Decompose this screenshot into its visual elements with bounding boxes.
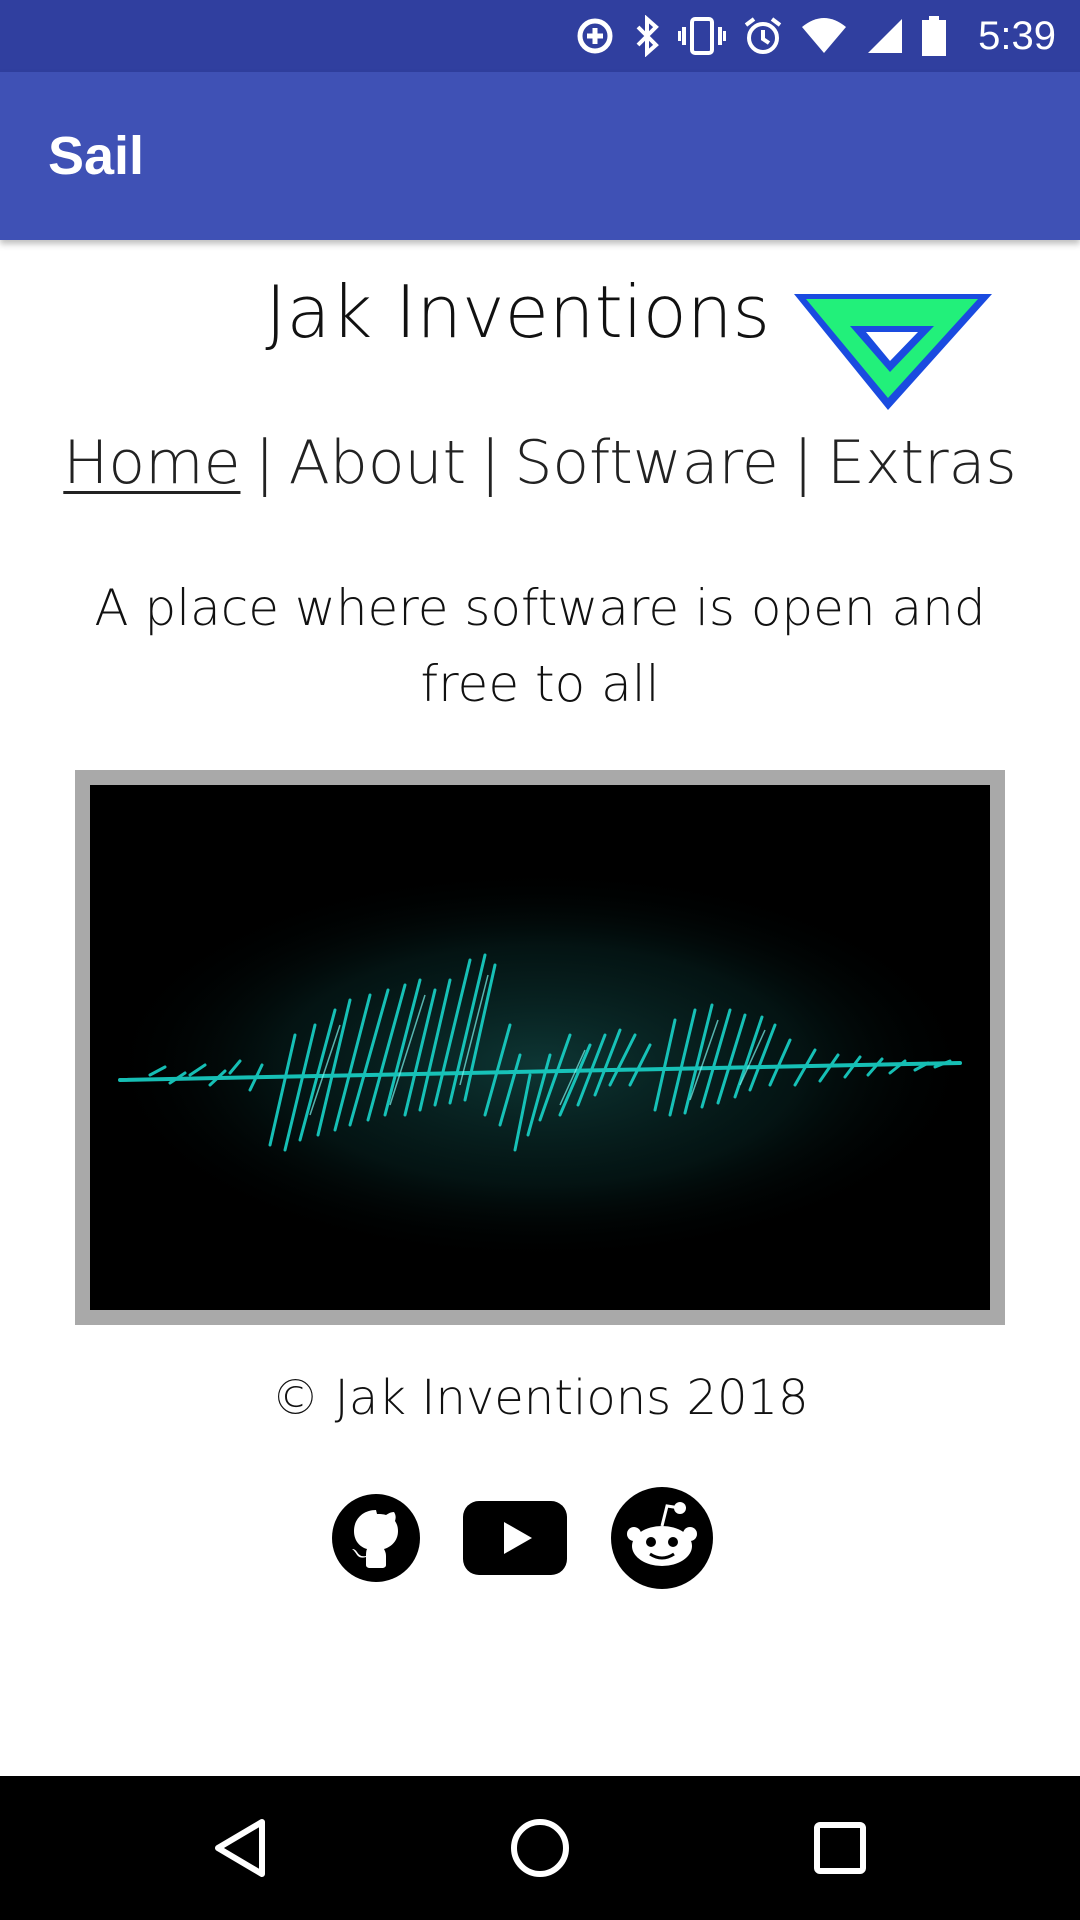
nav-separator: |: [480, 428, 501, 498]
nav-software-link[interactable]: Software: [514, 428, 779, 498]
status-time: 5:39: [978, 13, 1056, 58]
status-bar: 5:39: [0, 0, 1080, 72]
brand-header: Jak Inventions: [0, 270, 1080, 420]
youtube-icon[interactable]: [462, 1500, 568, 1580]
wifi-icon: [800, 15, 848, 57]
site-nav: Home | About | Software | Extras: [0, 428, 1080, 498]
status-icons: 5:39: [566, 0, 1056, 72]
bluetooth-icon: [632, 15, 662, 57]
nav-separator: |: [792, 428, 814, 498]
recents-icon: [814, 1822, 866, 1874]
app-title: Sail: [48, 126, 145, 186]
tagline: A place where software is open and free …: [94, 579, 986, 713]
github-icon[interactable]: [330, 1492, 422, 1588]
sound-wave-image: [90, 785, 990, 1310]
nav-separator: |: [254, 428, 275, 498]
home-button[interactable]: [470, 1776, 610, 1920]
home-icon: [511, 1819, 569, 1877]
data-saver-icon: [574, 15, 616, 57]
nav-about-link[interactable]: About: [289, 428, 466, 498]
copyright: © Jak Inventions 2018: [271, 1370, 809, 1426]
reddit-icon[interactable]: [610, 1486, 714, 1594]
nav-home-link[interactable]: Home: [63, 428, 240, 498]
recents-button[interactable]: [770, 1776, 910, 1920]
social-links: [0, 1480, 1080, 1600]
app-bar: Sail: [0, 72, 1080, 240]
hero-image-frame: [75, 770, 1005, 1325]
vibrate-icon: [678, 15, 727, 57]
back-icon: [215, 1819, 265, 1877]
system-nav-bar: [0, 1776, 1080, 1920]
battery-icon: [920, 14, 948, 58]
nav-extras-link[interactable]: Extras: [827, 428, 1017, 498]
brand-name: Jak Inventions: [265, 270, 770, 354]
brand-logo-icon[interactable]: [790, 290, 996, 418]
alarm-icon: [742, 15, 784, 57]
back-button[interactable]: [170, 1776, 310, 1920]
cell-signal-icon: [864, 15, 904, 57]
